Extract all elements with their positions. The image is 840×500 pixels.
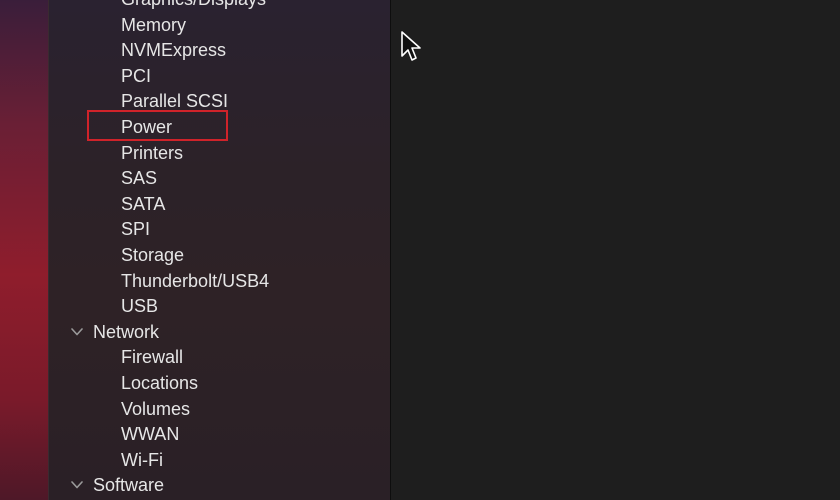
sidebar-item-usb[interactable]: USB <box>49 294 391 320</box>
category-tree: Graphics/Displays Memory NVMExpress PCI … <box>49 0 391 499</box>
sidebar-item-nvmexpress[interactable]: NVMExpress <box>49 38 391 64</box>
sidebar-group-label: Software <box>93 475 165 496</box>
sidebar-item-power[interactable]: Power <box>49 115 391 141</box>
sidebar-group-network[interactable]: Network <box>49 320 391 346</box>
sidebar-group-label: Network <box>93 321 160 342</box>
sidebar-item-locations[interactable]: Locations <box>49 371 391 397</box>
sidebar-item-spi[interactable]: SPI <box>49 217 391 243</box>
sidebar-item-wi-fi[interactable]: Wi-Fi <box>49 448 391 474</box>
sidebar-item-thunderbolt-usb4[interactable]: Thunderbolt/USB4 <box>49 269 391 295</box>
mouse-cursor-icon <box>401 31 421 61</box>
sidebar-item-storage[interactable]: Storage <box>49 243 391 269</box>
detail-pane <box>391 0 840 500</box>
sidebar-item-sata[interactable]: SATA <box>49 192 391 218</box>
sidebar: Graphics/Displays Memory NVMExpress PCI … <box>48 0 391 500</box>
sidebar-item-graphics-displays[interactable]: Graphics/Displays <box>49 0 391 13</box>
chevron-down-icon[interactable] <box>71 327 83 336</box>
sidebar-item-volumes[interactable]: Volumes <box>49 397 391 423</box>
sidebar-item-wwan[interactable]: WWAN <box>49 422 391 448</box>
sidebar-item-sas[interactable]: SAS <box>49 166 391 192</box>
sidebar-item-memory[interactable]: Memory <box>49 13 391 39</box>
chevron-down-icon[interactable] <box>71 481 83 489</box>
sidebar-group-software[interactable]: Software <box>49 473 391 499</box>
sidebar-item-pci[interactable]: PCI <box>49 64 391 90</box>
sidebar-item-printers[interactable]: Printers <box>49 141 391 167</box>
sidebar-item-firewall[interactable]: Firewall <box>49 345 391 371</box>
sidebar-item-parallel-scsi[interactable]: Parallel SCSI <box>49 89 391 115</box>
desktop-wallpaper <box>0 0 48 500</box>
